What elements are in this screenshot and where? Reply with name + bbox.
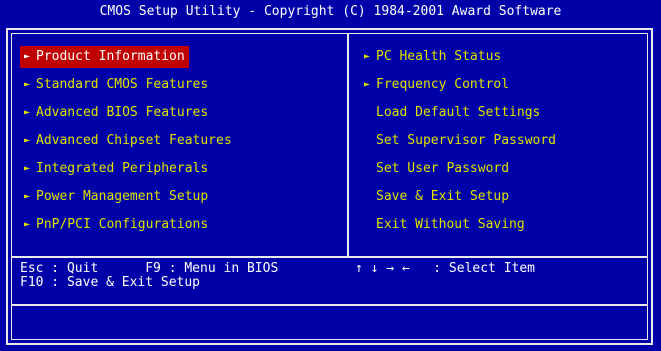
menu-item-label: Advanced Chipset Features bbox=[36, 133, 232, 148]
menu-item-pc-health-status[interactable]: ► PC Health Status bbox=[360, 46, 560, 68]
menu-item-advanced-chipset-features[interactable]: ► Advanced Chipset Features bbox=[20, 130, 236, 152]
help-bar: Esc : Quit F9 : Menu in BIOS F10 : Save … bbox=[20, 262, 278, 290]
menu-item-power-management-setup[interactable]: ► Power Management Setup bbox=[20, 186, 236, 208]
menu-item-exit-without-saving[interactable]: Exit Without Saving bbox=[360, 214, 560, 236]
help-line-1: Esc : Quit F9 : Menu in BIOS bbox=[20, 261, 279, 276]
menu-item-label: PC Health Status bbox=[376, 49, 502, 64]
help-line-2: F10 : Save & Exit Setup bbox=[20, 275, 201, 290]
menu-item-save-exit-setup[interactable]: Save & Exit Setup bbox=[360, 186, 560, 208]
menu-item-label: Load Default Settings bbox=[376, 105, 541, 120]
arrow-right-icon: ► bbox=[24, 163, 31, 174]
menu-item-label: Integrated Peripherals bbox=[36, 161, 209, 176]
menu-item-standard-cmos-features[interactable]: ► Standard CMOS Features bbox=[20, 74, 236, 96]
arrow-right-icon: ► bbox=[24, 51, 31, 62]
arrow-right-icon: ► bbox=[24, 191, 31, 202]
menu-item-integrated-peripherals[interactable]: ► Integrated Peripherals bbox=[20, 158, 236, 180]
status-divider bbox=[12, 304, 647, 306]
menu-item-label: Set User Password bbox=[376, 161, 510, 176]
menu-item-label: Advanced BIOS Features bbox=[36, 105, 209, 120]
menu-item-label: Frequency Control bbox=[376, 77, 510, 92]
right-menu: ► PC Health Status ► Frequency Control L… bbox=[360, 46, 560, 242]
arrow-right-icon: ► bbox=[24, 219, 31, 230]
menu-item-load-default-settings[interactable]: Load Default Settings bbox=[360, 102, 560, 124]
menu-item-label: Save & Exit Setup bbox=[376, 189, 510, 204]
menu-item-label: Set Supervisor Password bbox=[376, 133, 557, 148]
arrow-right-icon: ► bbox=[24, 79, 31, 90]
column-divider bbox=[347, 34, 349, 256]
menu-item-label: PnP/PCI Configurations bbox=[36, 217, 209, 232]
window-title: CMOS Setup Utility - Copyright (C) 1984-… bbox=[0, 0, 661, 24]
menu-item-frequency-control[interactable]: ► Frequency Control bbox=[360, 74, 560, 96]
left-menu: ► Product Information ► Standard CMOS Fe… bbox=[20, 46, 236, 242]
menu-item-label: Exit Without Saving bbox=[376, 217, 525, 232]
menu-item-label: Power Management Setup bbox=[36, 189, 209, 204]
menu-item-set-user-password[interactable]: Set User Password bbox=[360, 158, 560, 180]
main-frame: ► Product Information ► Standard CMOS Fe… bbox=[6, 28, 653, 345]
arrow-right-icon: ► bbox=[24, 135, 31, 146]
menu-item-set-supervisor-password[interactable]: Set Supervisor Password bbox=[360, 130, 560, 152]
arrow-right-icon: ► bbox=[364, 79, 371, 90]
help-divider bbox=[12, 256, 647, 258]
arrow-right-icon: ► bbox=[364, 51, 371, 62]
menu-item-product-information[interactable]: ► Product Information bbox=[20, 46, 189, 68]
inner-frame: ► Product Information ► Standard CMOS Fe… bbox=[11, 33, 648, 340]
menu-item-label: Standard CMOS Features bbox=[36, 77, 209, 92]
help-select-item: ↑ ↓ → ← : Select Item bbox=[355, 261, 536, 276]
arrow-right-icon: ► bbox=[24, 107, 31, 118]
menu-item-label: Product Information bbox=[36, 49, 185, 64]
menu-item-advanced-bios-features[interactable]: ► Advanced BIOS Features bbox=[20, 102, 236, 124]
menu-item-pnp-pci-configurations[interactable]: ► PnP/PCI Configurations bbox=[20, 214, 236, 236]
